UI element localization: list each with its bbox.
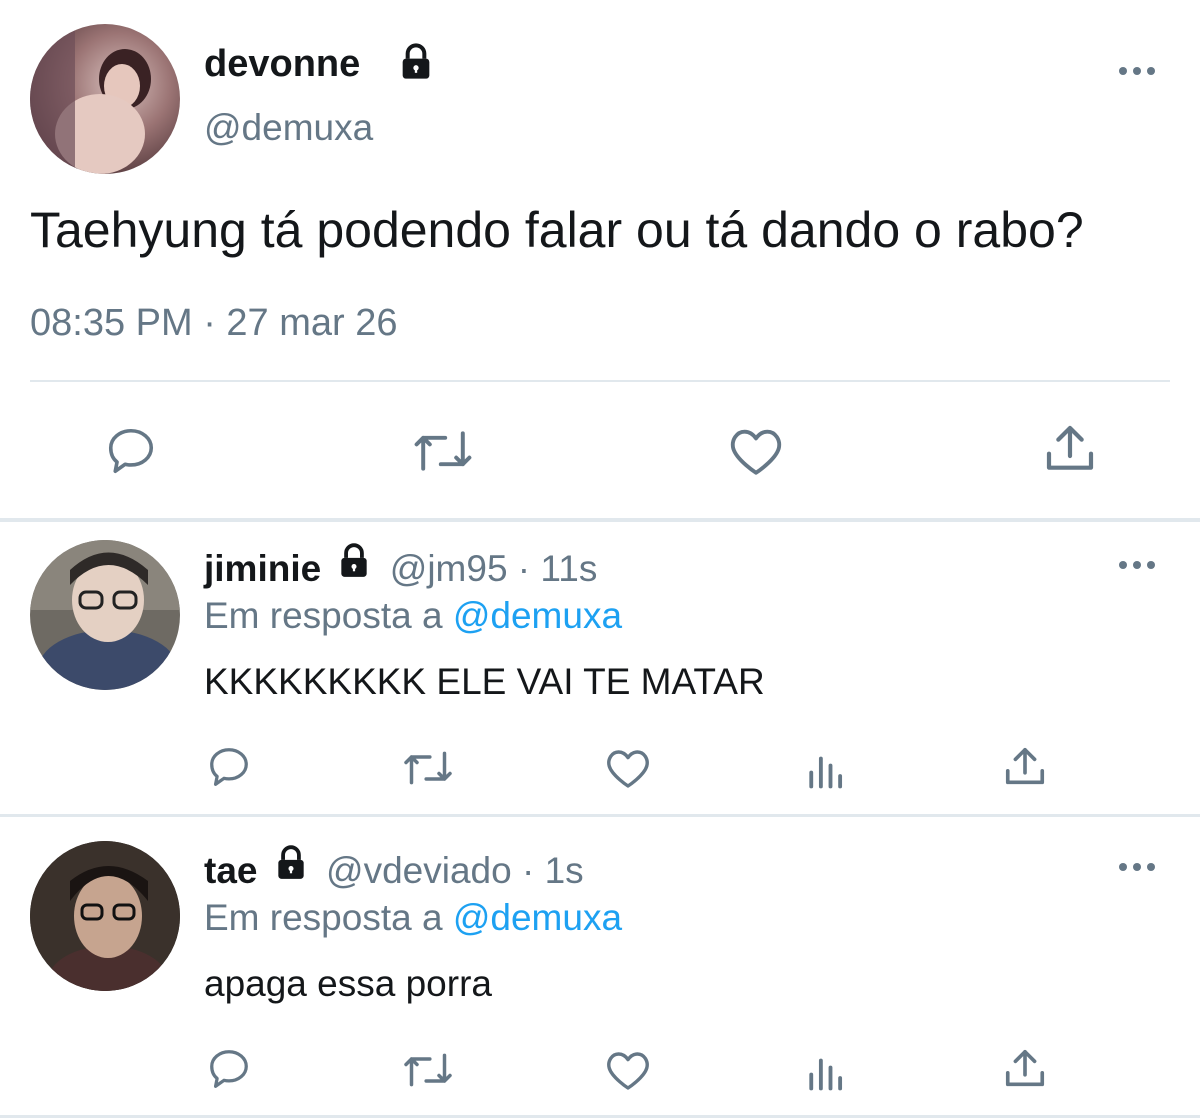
avatar[interactable] — [30, 540, 180, 690]
share-icon[interactable] — [1042, 420, 1098, 478]
reply-icon[interactable] — [104, 424, 158, 478]
more-icon[interactable] — [1118, 64, 1158, 78]
lock-icon — [396, 42, 436, 87]
section-divider — [0, 518, 1200, 522]
display-name[interactable]: jiminie — [204, 548, 321, 589]
handle-time[interactable]: @vdeviado · 1s — [326, 850, 584, 891]
handle-time[interactable]: @jm95 · 11s — [390, 548, 598, 589]
like-icon[interactable] — [604, 746, 652, 790]
section-divider — [0, 814, 1200, 817]
tweet-text: Taehyung tá podendo falar ou tá dando o … — [30, 202, 1084, 258]
timestamp[interactable]: 08:35 PM · 27 mar 26 — [30, 300, 398, 346]
share-icon[interactable] — [1002, 744, 1048, 790]
reply-context: Em resposta a @demuxa — [204, 894, 622, 942]
section-divider — [0, 1115, 1200, 1118]
reply-to-link[interactable]: @demuxa — [453, 897, 622, 938]
like-icon[interactable] — [727, 424, 785, 478]
divider — [30, 380, 1170, 382]
reply-header: jiminie @jm95 · 11s — [204, 542, 598, 594]
reply-to-prefix: Em resposta a — [204, 595, 443, 636]
reply-icon[interactable] — [206, 1046, 252, 1092]
avatar[interactable] — [30, 841, 180, 991]
analytics-icon[interactable] — [806, 748, 848, 790]
display-name[interactable]: devonne — [204, 42, 360, 86]
reply-icon[interactable] — [206, 744, 252, 790]
handle[interactable]: @demuxa — [204, 106, 373, 150]
lock-icon — [272, 844, 310, 895]
more-icon[interactable] — [1118, 558, 1158, 572]
more-icon[interactable] — [1118, 860, 1158, 874]
retweet-icon[interactable] — [410, 424, 476, 478]
reply-text: apaga essa porra — [204, 963, 492, 1004]
like-icon[interactable] — [604, 1048, 652, 1092]
analytics-icon[interactable] — [806, 1050, 848, 1092]
reply-to-link[interactable]: @demuxa — [453, 595, 622, 636]
share-icon[interactable] — [1002, 1046, 1048, 1092]
reply-context: Em resposta a @demuxa — [204, 592, 622, 640]
reply-header: tae @vdeviado · 1s — [204, 844, 584, 896]
reply-to-prefix: Em resposta a — [204, 897, 443, 938]
lock-icon — [335, 542, 373, 593]
reply-text: KKKKKKKKK ELE VAI TE MATAR — [204, 661, 765, 702]
retweet-icon[interactable] — [400, 1048, 456, 1092]
display-name[interactable]: tae — [204, 850, 257, 891]
avatar[interactable] — [30, 24, 180, 174]
retweet-icon[interactable] — [400, 746, 456, 790]
